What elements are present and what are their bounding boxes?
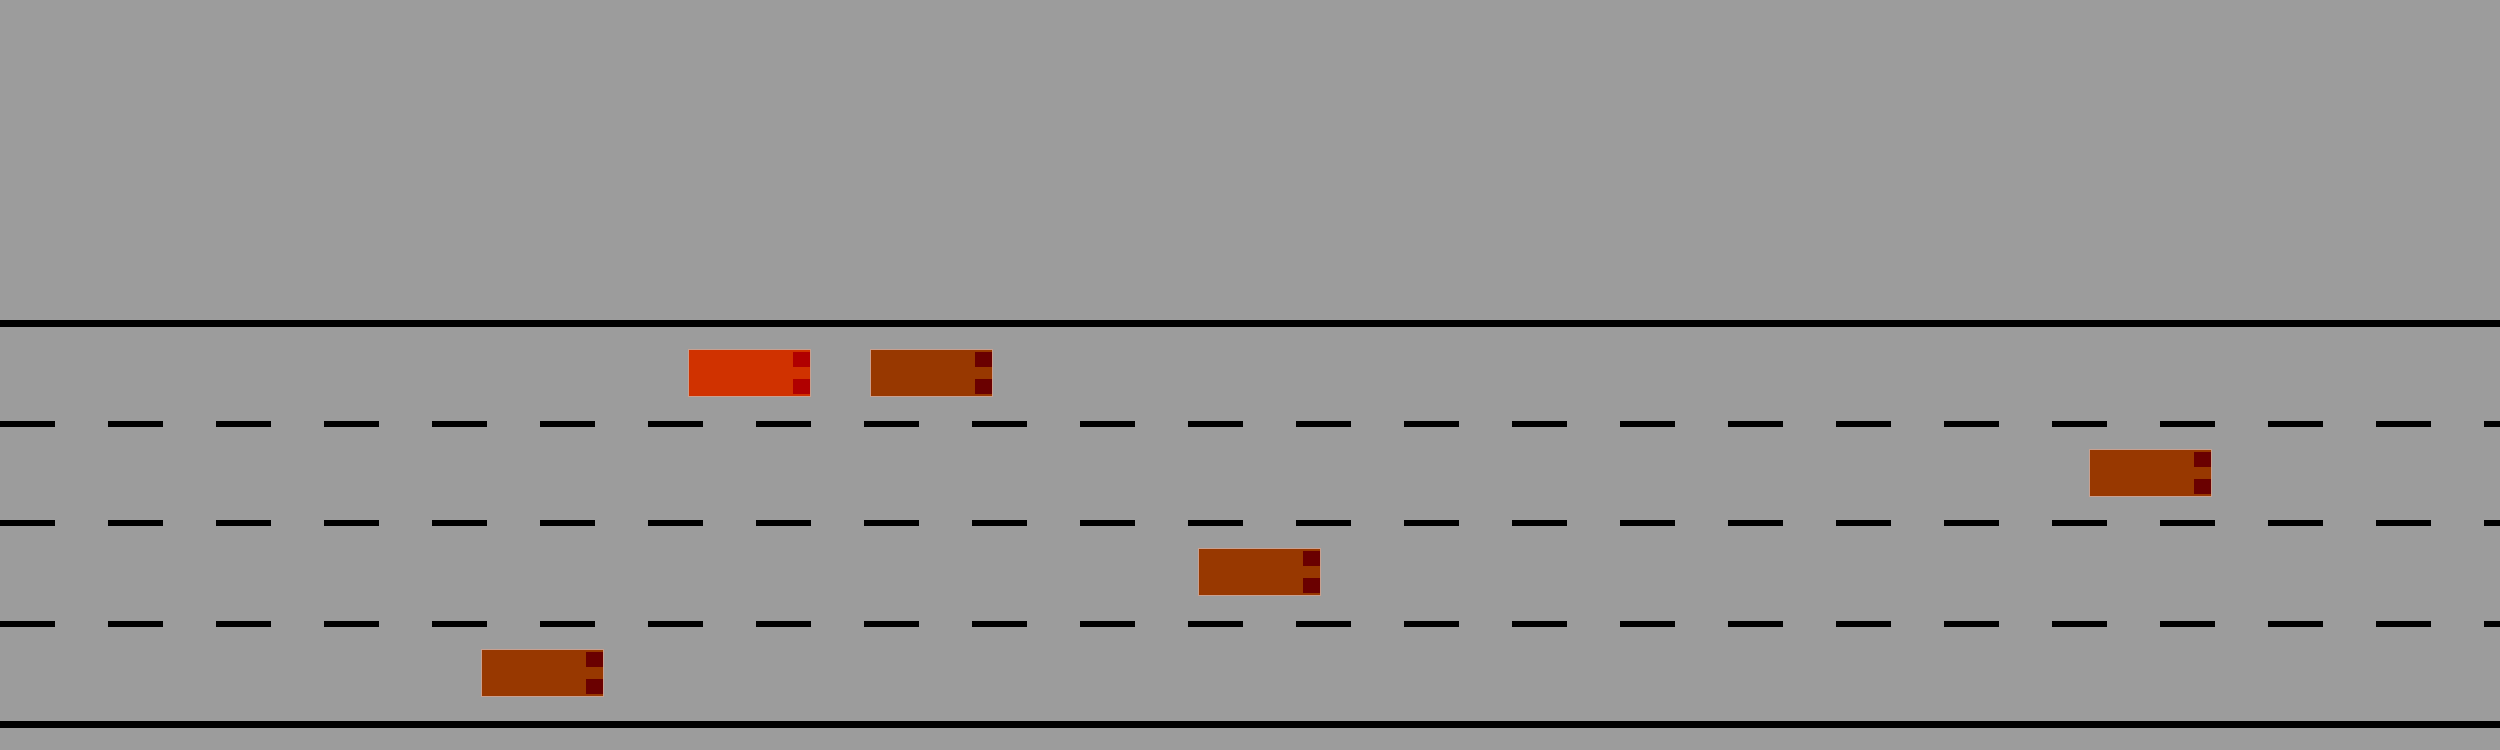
vehicle-light (793, 352, 810, 367)
vehicle-light (586, 679, 603, 694)
road-edge-bottom (0, 721, 2500, 728)
vehicle-light (1303, 578, 1320, 593)
other-vehicle (481, 649, 604, 697)
road-edge-top (0, 320, 2500, 327)
lane-divider-1 (0, 421, 2500, 427)
vehicle-light (1303, 551, 1320, 566)
lane-divider-2 (0, 520, 2500, 526)
vehicle-light (586, 652, 603, 667)
vehicle-light (2194, 479, 2211, 494)
other-vehicle (870, 349, 993, 397)
other-vehicle (1198, 548, 1321, 596)
other-vehicle (2089, 449, 2212, 497)
lane-divider-3 (0, 621, 2500, 627)
highway-scene (0, 0, 2500, 750)
vehicle-light (793, 379, 810, 394)
vehicle-light (975, 352, 992, 367)
vehicle-light (975, 379, 992, 394)
vehicle-light (2194, 452, 2211, 467)
ego-vehicle (688, 349, 811, 397)
